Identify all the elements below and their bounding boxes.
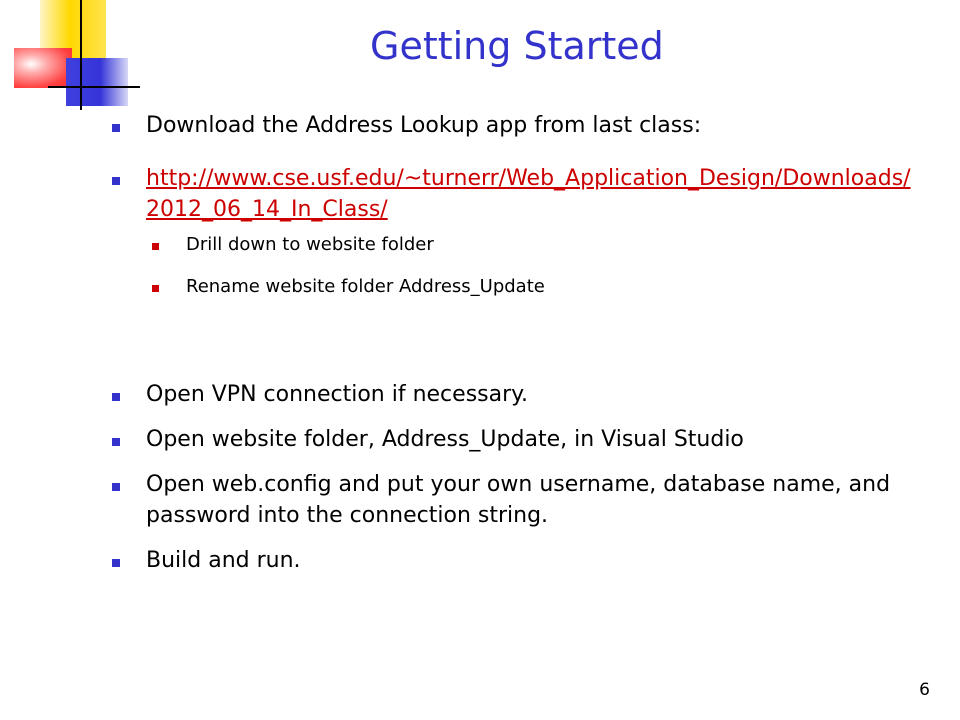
sub-bullet-drill-down: Drill down to website folder bbox=[150, 231, 920, 259]
bullet-text: Rename website folder Address_Update bbox=[186, 276, 545, 297]
sub-bullet-marker bbox=[152, 285, 159, 292]
bullet-build-run: Build and run. bbox=[110, 545, 920, 576]
logo-blue-square bbox=[66, 58, 128, 106]
logo-red-square bbox=[14, 48, 72, 88]
bullet-marker bbox=[112, 483, 120, 491]
bullet-web-config: Open web.config and put your own usernam… bbox=[110, 469, 920, 531]
page-number: 6 bbox=[919, 680, 930, 700]
bullet-text: Open website folder, Address_Update, in … bbox=[146, 427, 744, 452]
download-link[interactable]: http://www.cse.usf.edu/~turnerr/Web_Appl… bbox=[146, 166, 911, 222]
bullet-text: Open web.config and put your own usernam… bbox=[146, 472, 891, 528]
bullet-text: Open VPN connection if necessary. bbox=[146, 382, 529, 407]
bullet-marker bbox=[112, 124, 120, 132]
logo-vertical-line bbox=[80, 0, 82, 110]
bullet-vpn: Open VPN connection if necessary. bbox=[110, 379, 920, 410]
bullet-marker bbox=[112, 393, 120, 401]
bullet-text: Drill down to website folder bbox=[186, 234, 434, 255]
bullet-link: http://www.cse.usf.edu/~turnerr/Web_Appl… bbox=[110, 163, 920, 225]
logo-horizontal-line bbox=[48, 86, 140, 88]
corner-logo bbox=[0, 0, 140, 120]
bullet-marker bbox=[112, 438, 120, 446]
sub-bullet-rename: Rename website folder Address_Update bbox=[150, 273, 920, 301]
sub-bullet-marker bbox=[152, 243, 159, 250]
bullet-list: Download the Address Lookup app from las… bbox=[110, 110, 920, 576]
bullet-marker bbox=[112, 177, 120, 185]
slide-title: Getting Started bbox=[370, 24, 664, 68]
bullet-open-folder: Open website folder, Address_Update, in … bbox=[110, 424, 920, 455]
bullet-text: Download the Address Lookup app from las… bbox=[146, 113, 702, 138]
bullet-download: Download the Address Lookup app from las… bbox=[110, 110, 920, 141]
bullet-marker bbox=[112, 559, 120, 567]
bullet-text: Build and run. bbox=[146, 548, 301, 573]
